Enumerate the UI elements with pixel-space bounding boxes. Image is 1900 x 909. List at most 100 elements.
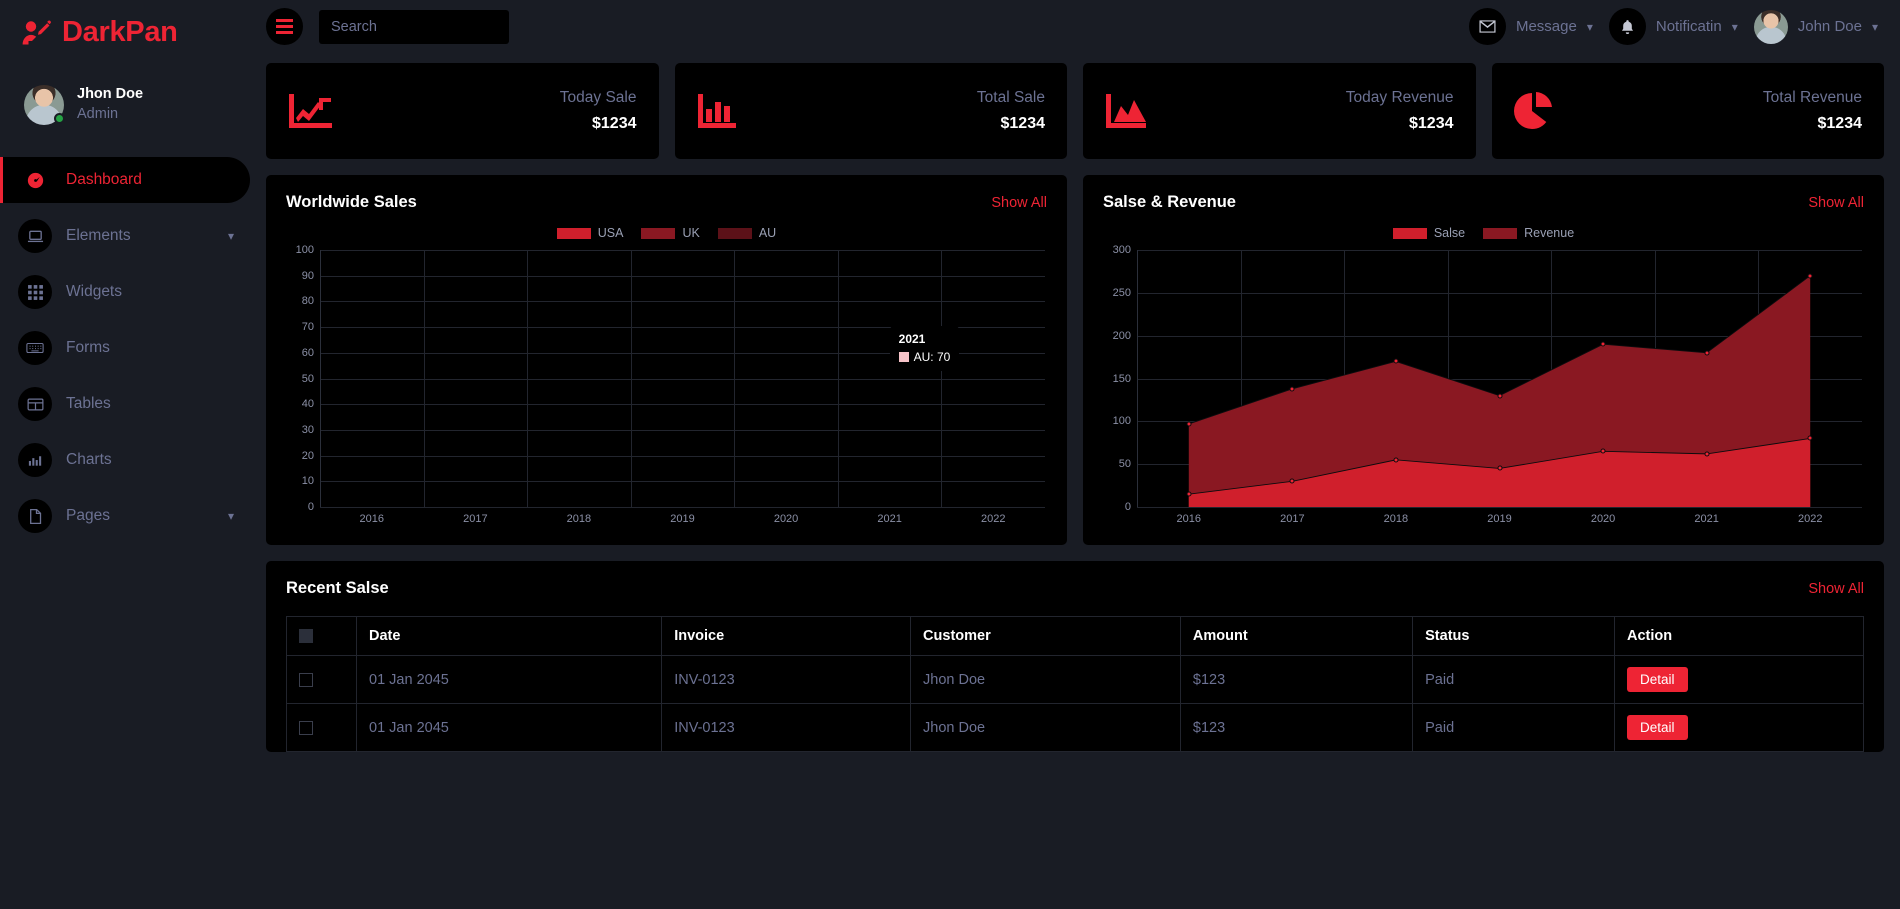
notification-menu[interactable]: Notificatin ▾ [1608, 8, 1738, 45]
cell-status: Paid [1412, 655, 1615, 704]
data-point[interactable] [1807, 435, 1813, 441]
cell-date: 01 Jan 2045 [355, 703, 663, 752]
y-axis-tick-label: 90 [301, 269, 314, 282]
search-input[interactable] [319, 9, 509, 44]
data-point[interactable] [1497, 465, 1502, 471]
y-axis-tick-label: 300 [1112, 244, 1131, 256]
notification-label: Notificatin [1655, 18, 1722, 35]
row-checkbox[interactable] [299, 720, 313, 735]
cell-amount: $123 [1179, 655, 1414, 704]
y-axis-tick-label: 40 [301, 398, 314, 411]
table-header-cell: Status [1412, 616, 1615, 656]
x-axis-tick-label: 2016 [1176, 513, 1202, 525]
panel-recent-salse: Recent Salse Show All Date Invoice Custome… [266, 561, 1884, 752]
y-axis-tick-label: 200 [1112, 329, 1131, 342]
stat-card-total-sale[interactable]: Total Sale $1234 [674, 63, 1067, 159]
table-row[interactable]: 01 Jan 2045 INV-0123 Jhon Doe $123 Paid Detai… [286, 703, 1865, 752]
y-axis-tick-label: 10 [301, 475, 314, 488]
sidebar-item-pages[interactable]: Pages ▾ [0, 493, 250, 539]
panel-title: Recent Salse [286, 579, 389, 597]
chart-line-up-icon [288, 93, 332, 129]
bar-chart[interactable]: 0 10 20 30 40 50 60 70 80 90 100 2016 2017 2018 2019 20… [286, 244, 1047, 529]
data-point[interactable] [1704, 350, 1710, 356]
gridline [320, 301, 1045, 303]
sidebar-nav: Dashboard Elements ▾ Widgets Forms Table… [0, 157, 250, 539]
show-all-link[interactable]: Show All [991, 195, 1047, 211]
legend-item[interactable]: Revenue [1483, 226, 1574, 240]
legend-item[interactable]: USA [556, 226, 623, 240]
x-axis-tick-label: 2018 [1383, 513, 1409, 525]
user-edit-icon [22, 19, 52, 46]
x-axis-tick-label: 2019 [670, 513, 695, 525]
data-point[interactable] [1393, 358, 1399, 364]
chevron-down-icon: ▾ [227, 509, 234, 523]
detail-button[interactable]: Detail [1626, 667, 1688, 692]
sidebar-item-dashboard[interactable]: Dashboard [0, 157, 250, 203]
user-menu[interactable]: John Doe ▾ [1753, 9, 1878, 44]
data-point[interactable] [1289, 478, 1295, 484]
legend-item[interactable]: AU [717, 226, 776, 240]
stat-card-today-sale[interactable]: Today Sale $1234 [266, 63, 659, 159]
gridline [320, 327, 1045, 329]
sidebar-item-charts[interactable]: Charts [0, 437, 250, 483]
cell-invoice: INV-0123 [661, 703, 912, 752]
sidebar-item-forms[interactable]: Forms [0, 325, 250, 371]
y-axis-tick-label: 70 [301, 321, 314, 334]
cell-customer: Jhon Doe [910, 655, 1181, 704]
gridline [320, 378, 1045, 380]
row-checkbox[interactable] [299, 672, 313, 687]
area-chart[interactable]: 0 50 100 150 200 250 300 2016 2017 2018 2019 2020 20… [1103, 244, 1864, 529]
legend-label: UK [682, 226, 700, 240]
stat-card-total-revenue[interactable]: Total Revenue $1234 [1491, 63, 1884, 159]
legend-item[interactable]: UK [641, 226, 700, 240]
x-axis-tick-label: 2017 [463, 513, 488, 525]
chart-legend: Salse Revenue [1103, 226, 1864, 240]
y-axis-tick-label: 50 [1118, 458, 1131, 471]
table-header-cell: Customer [910, 616, 1181, 656]
chart-bar-icon [18, 443, 52, 477]
brand-logo[interactable]: DarkPan [0, 0, 250, 65]
grid-icon [18, 275, 52, 309]
chart-pie-icon [1513, 92, 1554, 130]
y-axis-tick-label: 0 [1124, 501, 1131, 513]
show-all-link[interactable]: Show All [1808, 581, 1864, 597]
table-row[interactable]: 01 Jan 2045 INV-0123 Jhon Doe $123 Paid Detai… [286, 655, 1865, 704]
data-point[interactable] [1497, 393, 1502, 399]
data-point[interactable] [1600, 448, 1606, 454]
bell-icon [1608, 8, 1646, 45]
data-point[interactable] [1186, 491, 1192, 497]
data-point[interactable] [1600, 341, 1606, 347]
legend-swatch [1483, 227, 1518, 239]
gridline [320, 429, 1045, 431]
data-point[interactable] [1289, 386, 1295, 392]
data-point[interactable] [1704, 451, 1710, 457]
brand-name: DarkPan [62, 16, 178, 48]
x-axis-tick-label: 2021 [1694, 513, 1719, 525]
sidebar-profile[interactable]: Jhon Doe Admin [0, 65, 250, 147]
sidebar-item-widgets[interactable]: Widgets [0, 269, 250, 315]
chevron-down-icon: ▾ [227, 229, 234, 243]
legend-swatch [717, 227, 752, 239]
legend-swatch [1392, 227, 1427, 239]
select-all-checkbox[interactable] [299, 629, 313, 644]
data-point[interactable] [1807, 273, 1813, 279]
data-point[interactable] [1186, 421, 1192, 427]
cell-customer: Jhon Doe [910, 703, 1181, 752]
gridline [837, 250, 839, 507]
stat-card-today-revenue[interactable]: Today Revenue $1234 [1083, 63, 1476, 159]
table-header-row: Date Invoice Customer Amount Status Action [286, 616, 1865, 656]
message-menu[interactable]: Message ▾ [1468, 8, 1593, 45]
data-point[interactable] [1393, 457, 1399, 463]
cell-invoice: INV-0123 [661, 655, 912, 704]
sidebar-item-elements[interactable]: Elements ▾ [0, 213, 250, 259]
message-label: Message [1515, 18, 1577, 35]
stat-label: Today Revenue [1345, 88, 1454, 106]
hamburger-icon[interactable] [266, 8, 303, 45]
legend-item[interactable]: Salse [1392, 226, 1465, 240]
gridline [320, 404, 1045, 406]
detail-button[interactable]: Detail [1626, 715, 1688, 740]
show-all-link[interactable]: Show All [1808, 195, 1864, 211]
sidebar-item-tables[interactable]: Tables [0, 381, 250, 427]
cell-action: Detail [1613, 703, 1865, 752]
keyboard-icon [18, 331, 52, 365]
